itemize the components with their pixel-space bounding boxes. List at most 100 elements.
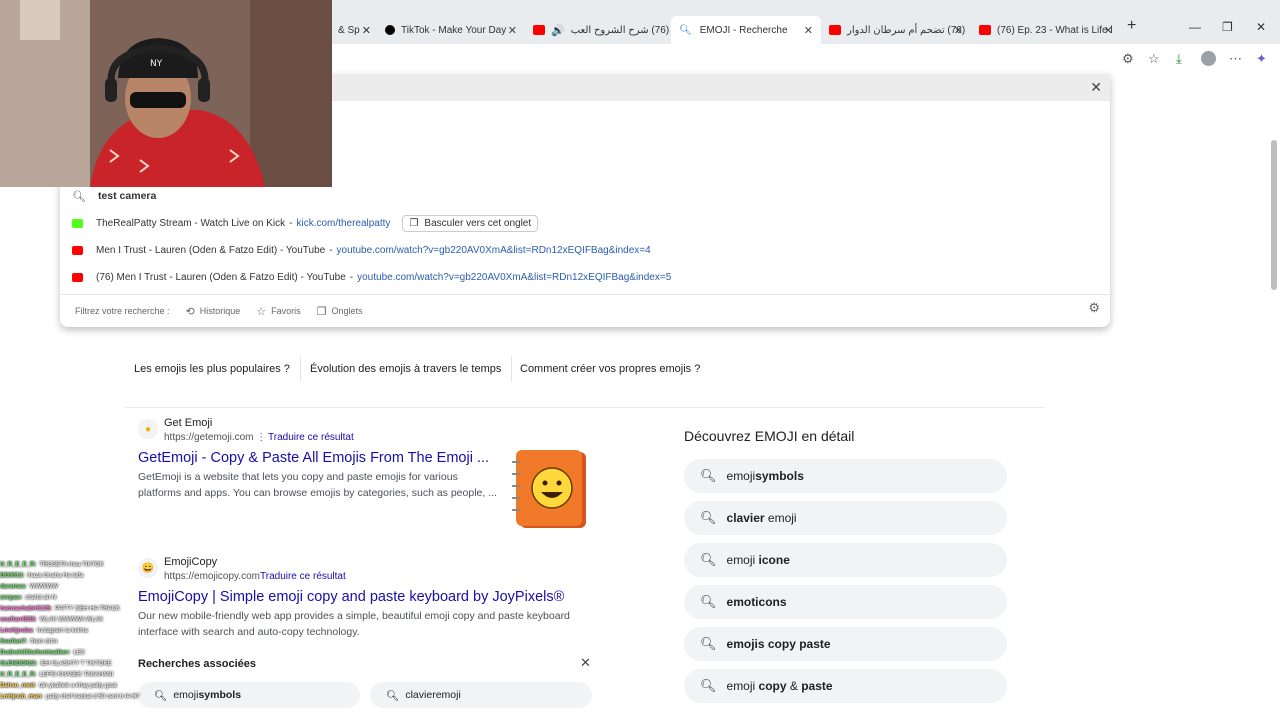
translate-link[interactable]: Traduire ce résultat [268, 432, 354, 443]
chip-create-emojis[interactable]: Comment créer vos propres emojis ? [510, 356, 710, 382]
gear-icon[interactable]: ⚙ [1088, 300, 1100, 316]
filter-favorites[interactable]: ☆ Favoris [256, 305, 300, 318]
scrollbar-thumb[interactable] [1271, 140, 1277, 290]
result-title-link[interactable]: GetEmoji - Copy & Paste All Emojis From … [138, 450, 489, 466]
related-pill-1[interactable]: 🔍︎ clavier emoji [370, 682, 592, 708]
tab-0[interactable]: & Sp ✕ [330, 16, 375, 44]
new-tab-icon[interactable]: + [1127, 17, 1136, 35]
filter-history[interactable]: ⟲ Historique [186, 305, 241, 318]
close-icon[interactable]: ✕ [1104, 24, 1113, 37]
extension-icon[interactable]: ⚙ [1122, 51, 1134, 67]
close-icon[interactable]: ✕ [508, 24, 517, 37]
suggestion-separator: - [289, 217, 293, 229]
window-close-icon[interactable]: ✕ [1256, 20, 1266, 34]
chat-username: SLENDER22: [0, 661, 38, 667]
getemoji-favicon: ● [138, 419, 158, 439]
download-icon[interactable]: ⤓ [1176, 51, 1182, 67]
result-site-url[interactable]: https://getemoji.com ⋮ [164, 432, 266, 443]
discover-pill-5[interactable]: 🔍︎ emoji copy & paste [684, 669, 1007, 703]
tab-2[interactable]: 🔊 (76) شرح الشروح العب [525, 16, 670, 44]
close-icon[interactable]: ✕ [1090, 79, 1102, 96]
suggestion-title: TheRealPatty Stream - Watch Live on Kick [96, 217, 286, 229]
chat-username: Soufian7: [0, 639, 28, 645]
chat-message: WLAK WWWWA WLAK [39, 617, 104, 623]
result-site-name: Get Emoji [164, 417, 213, 429]
filter-label: Filtrez votre recherche : [75, 306, 170, 316]
youtube-icon [72, 245, 83, 255]
tiktok-icon [385, 25, 395, 35]
chat-message: patty chef trackat d 50 cent b IA 60' [46, 694, 140, 700]
chip-label: Comment créer vos propres emojis ? [520, 363, 701, 375]
chat-message: WWWWW [29, 584, 59, 590]
more-menu-icon[interactable]: ⋯ [1229, 51, 1242, 67]
chat-username: Lmhjoub_man: [0, 694, 43, 700]
tab-label: & Sp [338, 24, 360, 36]
close-icon[interactable]: ✕ [580, 655, 591, 671]
pill-bold: symbols [755, 469, 804, 483]
translate-link[interactable]: Traduire ce résultat [260, 571, 346, 582]
star-icon: ☆ [256, 305, 267, 318]
minimize-icon[interactable]: — [1189, 20, 1201, 34]
discover-pill-1[interactable]: 🔍︎ clavier emoji [684, 501, 1007, 535]
chip-emoji-evolution[interactable]: Évolution des emojis à travers le temps [300, 356, 513, 382]
tab-4[interactable]: (76) تضحم أم سرطان الدوار ✕ [821, 16, 971, 44]
chat-message: Instagram la kelma [37, 628, 88, 634]
close-icon[interactable]: ✕ [804, 24, 813, 37]
pill-text: emoji [726, 469, 756, 483]
pill-text: emoji [764, 511, 797, 525]
chat-line: Dahso_med: tah ykalbek a khay patty goat [0, 681, 210, 692]
switch-tab-label: Basculer vers cet onglet [424, 217, 532, 229]
chip-popular-emojis[interactable]: Les emojis les plus populaires ? [124, 356, 301, 382]
chat-line: soufian4555: WLAK WWWWA WLAK [0, 615, 210, 626]
omnibox-query[interactable]: test camera [98, 190, 156, 202]
discover-pill-3[interactable]: 🔍︎ emoticons [684, 585, 1007, 619]
youtube-icon [533, 25, 545, 35]
copilot-icon[interactable]: ✦ [1256, 51, 1267, 67]
chat-message: lhaza Gnaha Ha lalfa [27, 573, 84, 579]
search-icon: 🔍︎ [700, 678, 717, 693]
svg-text:NY: NY [150, 59, 163, 69]
omnibox-query-row[interactable]: 🔍︎ test camera [72, 186, 156, 206]
avatar[interactable] [1201, 51, 1216, 66]
suggestion-2[interactable]: (76) Men I Trust - Lauren (Oden & Fatzo … [72, 267, 671, 287]
chat-username: Dahso_med: [0, 683, 37, 689]
discover-pill-2[interactable]: 🔍︎ emoji icone [684, 543, 1007, 577]
pill-bold: emojis copy paste [726, 637, 831, 651]
tab-5[interactable]: (76) Ep. 23 - What is Life l ✕ [971, 16, 1121, 44]
pill-bold: icone [758, 553, 790, 567]
tab-1[interactable]: TikTok - Make Your Day ✕ [377, 16, 525, 44]
suggestion-1[interactable]: Men I Trust - Lauren (Oden & Fatzo Edit)… [72, 240, 651, 260]
filter-history-label: Historique [199, 306, 241, 316]
chat-username: U_R_E_E_R: [0, 672, 37, 678]
search-icon: 🔍︎ [700, 552, 717, 567]
chat-message: IEH SLASHTY T TIKTOKE [40, 661, 112, 667]
related-text: clavier [405, 689, 436, 701]
tab-3[interactable]: 🔍︎ EMOJI - Recherche ✕ [671, 16, 821, 44]
filter-tabs[interactable]: ❐ Onglets [317, 305, 363, 318]
result-url-text: https://getemoji.com [164, 432, 254, 443]
close-icon[interactable]: ✕ [362, 24, 371, 37]
divider [125, 407, 1045, 408]
speaker-icon[interactable]: 🔊 [551, 24, 565, 37]
chat-line: zenpax: chahd ah hi [0, 593, 210, 604]
suggestion-separator: - [329, 244, 333, 256]
discover-pill-0[interactable]: 🔍︎ emoji symbols [684, 459, 1007, 493]
chat-line: BO3013: lhaza Gnaha Ha lalfa [0, 571, 210, 582]
chat-username: Dudeshillthefootmailker: [0, 650, 71, 656]
suggestion-url: kick.com/therealpatty [296, 217, 391, 229]
getemoji-thumbnail[interactable] [512, 448, 588, 530]
suggestion-url: youtube.com/watch?v=gb220AV0XmA&list=RDn… [357, 271, 672, 283]
favorite-star-icon[interactable]: ☆ [1148, 51, 1160, 67]
chat-line: hamzachabir6135: PATTY 3IEH HA TRACK [0, 604, 210, 615]
stream-chat-overlay: U_R_E_E_R: TROSETA rhea TIKTOK BO3013: lhaz… [0, 560, 210, 720]
youtube-icon [979, 25, 991, 35]
chat-username: BO3013: [0, 573, 25, 579]
close-icon[interactable]: ✕ [954, 24, 963, 37]
switch-tab-button[interactable]: ❐ Basculer vers cet onglet [402, 214, 539, 232]
discover-pill-4[interactable]: 🔍︎ emojis copy paste [684, 627, 1007, 661]
suggestion-0[interactable]: TheRealPatty Stream - Watch Live on Kick… [72, 213, 539, 233]
maximize-icon[interactable]: ❐ [1222, 20, 1233, 34]
chat-line: Lmehjouba: Instagram la kelma [0, 626, 210, 637]
more-icon[interactable]: ⋮ [256, 432, 266, 443]
pill-text: emoji [726, 679, 759, 693]
